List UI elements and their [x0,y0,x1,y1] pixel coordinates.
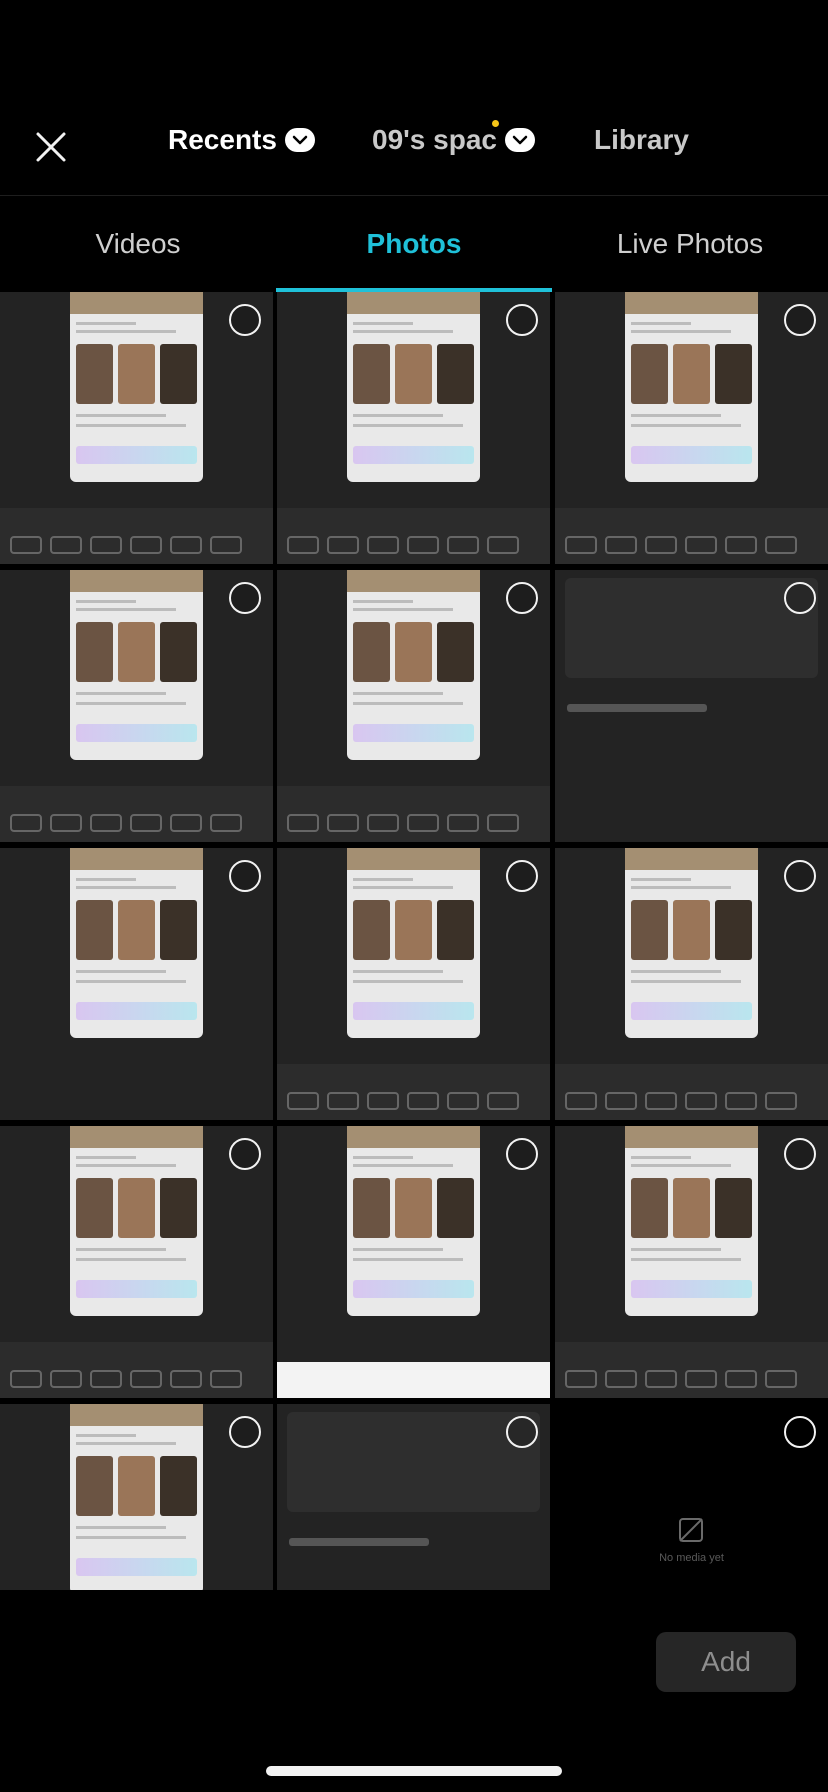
select-circle[interactable] [229,860,261,892]
voiceover-caption [289,1538,429,1546]
tab-photos[interactable]: Photos [276,196,552,292]
empty-media-label: No media yet [659,1552,724,1564]
editor-toolbar-preview [555,1342,828,1398]
media-grid: No media yet [0,292,828,1590]
screenshot-preview [625,1126,758,1316]
select-circle[interactable] [784,860,816,892]
tab-videos[interactable]: Videos [0,196,276,292]
top-bar: Recents 09's spac Library [0,96,828,196]
voiceover-caption [567,704,707,712]
screenshot-preview [70,570,203,760]
tab-live-photos[interactable]: Live Photos [552,196,828,292]
notification-dot [492,120,499,127]
editor-toolbar-preview [277,508,550,564]
close-button[interactable] [30,126,72,168]
select-circle[interactable] [506,304,538,336]
media-thumbnail[interactable] [555,1126,828,1398]
screenshot-preview [625,848,758,1038]
home-indicator [266,1766,562,1776]
source-tab-space[interactable]: 09's spac [372,120,535,156]
close-icon [36,132,66,162]
select-circle[interactable] [229,1416,261,1448]
screenshot-preview [70,1404,203,1590]
media-thumbnail[interactable] [0,570,273,842]
editor-toolbar-preview [277,786,550,842]
media-thumbnail[interactable] [0,292,273,564]
select-circle[interactable] [506,860,538,892]
screenshot-preview [625,292,758,482]
media-thumbnail[interactable] [0,1126,273,1398]
media-thumbnail[interactable] [555,848,828,1120]
editor-toolbar-preview [0,1342,273,1398]
media-thumbnail[interactable] [0,848,273,1120]
media-thumbnail[interactable] [0,1404,273,1590]
select-circle[interactable] [229,582,261,614]
screenshot-preview [70,848,203,1038]
media-thumbnail[interactable] [277,1404,550,1590]
chevron-down-icon [284,128,315,152]
media-thumbnail[interactable]: No media yet [555,1404,828,1590]
editor-toolbar-preview [555,1064,828,1120]
screenshot-preview [347,292,480,482]
chevron-down-icon [504,128,535,152]
add-button[interactable]: Add [656,1632,796,1692]
no-media-icon [679,1518,703,1542]
select-circle[interactable] [784,1416,816,1448]
media-thumbnail[interactable] [277,570,550,842]
editor-toolbar-preview [0,786,273,842]
source-tab-library[interactable]: Library [594,124,689,156]
editor-toolbar-preview [555,508,828,564]
media-thumbnail[interactable] [277,292,550,564]
editor-toolbar-preview [0,508,273,564]
editor-toolbar-preview [277,1064,550,1120]
voiceover-preview [287,1412,540,1512]
media-type-tabs: Videos Photos Live Photos [0,196,828,292]
screenshot-preview [70,1126,203,1316]
select-circle[interactable] [784,304,816,336]
voiceover-preview [565,578,818,678]
source-tab-label: Library [594,124,689,155]
media-thumbnail[interactable] [555,292,828,564]
media-thumbnail[interactable] [555,570,828,842]
screenshot-preview [347,1126,480,1316]
media-thumbnail[interactable] [277,848,550,1120]
select-circle[interactable] [506,1416,538,1448]
screenshot-preview [70,292,203,482]
screenshot-preview [347,570,480,760]
media-thumbnail[interactable] [277,1126,550,1398]
select-circle[interactable] [784,1138,816,1170]
screenshot-preview [347,848,480,1038]
source-tab-recents[interactable]: Recents [168,124,315,156]
keyboard-preview [277,1362,550,1398]
select-circle[interactable] [506,582,538,614]
select-circle[interactable] [506,1138,538,1170]
source-tab-label: Recents [168,124,277,155]
select-circle[interactable] [229,304,261,336]
source-tab-label: 09's spac [372,124,497,155]
select-circle[interactable] [229,1138,261,1170]
select-circle[interactable] [784,582,816,614]
